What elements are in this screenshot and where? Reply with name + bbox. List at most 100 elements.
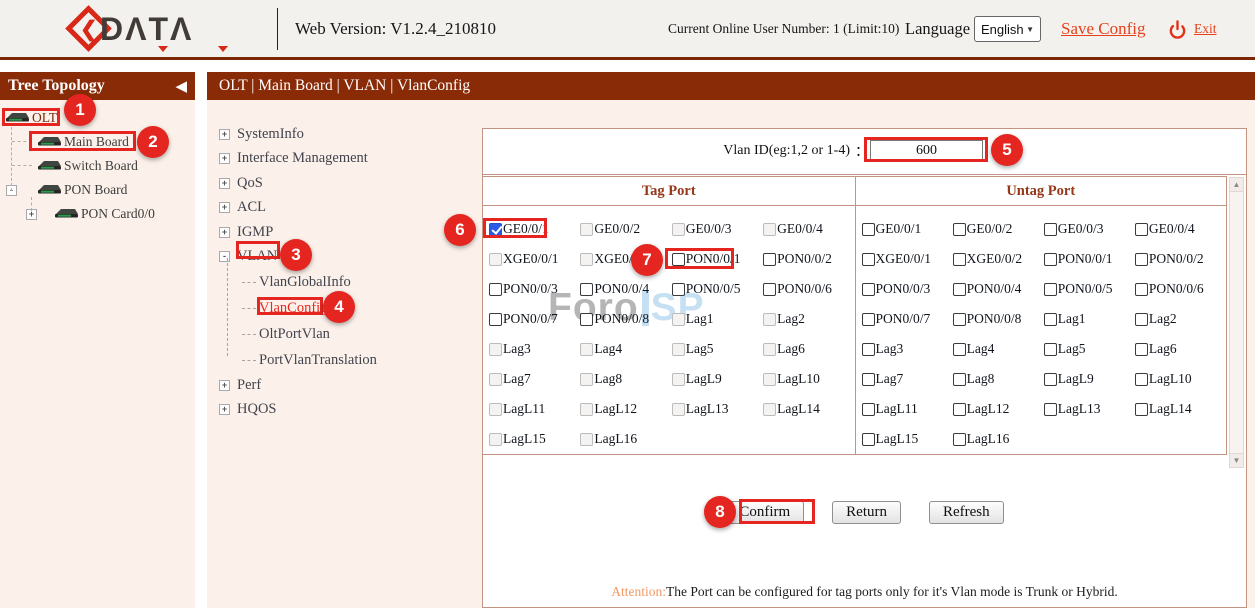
confirm-button[interactable]: Confirm (725, 501, 804, 524)
port-option-lag6[interactable]: Lag6 (763, 334, 854, 364)
power-icon[interactable] (1168, 20, 1187, 39)
port-option-lagl12[interactable]: LagL12 (953, 394, 1044, 424)
checkbox[interactable] (953, 343, 966, 356)
port-option-lag8[interactable]: Lag8 (953, 364, 1044, 394)
port-option-pon0-0-2[interactable]: PON0/0/2 (763, 244, 854, 274)
port-option-lag3[interactable]: Lag3 (862, 334, 953, 364)
refresh-button[interactable]: Refresh (929, 501, 1004, 524)
port-option-lag5[interactable]: Lag5 (672, 334, 763, 364)
port-option-pon0-0-7[interactable]: PON0/0/7 (489, 304, 580, 334)
checkbox[interactable] (862, 223, 875, 236)
port-option-pon0-0-2[interactable]: PON0/0/2 (1135, 244, 1226, 274)
port-option-pon0-0-8[interactable]: PON0/0/8 (580, 304, 671, 334)
table-scrollbar[interactable]: ▲ ▼ (1229, 177, 1244, 468)
port-option-lagl15[interactable]: LagL15 (489, 424, 580, 454)
checkbox[interactable] (580, 433, 593, 446)
checkbox[interactable] (763, 343, 776, 356)
tree-node-main-board[interactable]: Main Board (0, 130, 195, 154)
checkbox[interactable] (672, 373, 685, 386)
port-option-xge0-0-1[interactable]: XGE0/0/1 (489, 244, 580, 274)
port-option-pon0-0-4[interactable]: PON0/0/4 (580, 274, 671, 304)
checkbox[interactable] (763, 223, 776, 236)
vlan-id-input[interactable] (870, 140, 983, 162)
plus-expander-icon[interactable]: + (219, 178, 230, 189)
port-option-lagl14[interactable]: LagL14 (1135, 394, 1226, 424)
checkbox[interactable] (1044, 253, 1057, 266)
checkbox[interactable] (1135, 223, 1148, 236)
port-option-lag4[interactable]: Lag4 (580, 334, 671, 364)
menu-item-perf[interactable]: +Perf (219, 373, 469, 398)
checkbox[interactable] (1135, 343, 1148, 356)
port-option-lag1[interactable]: Lag1 (672, 304, 763, 334)
checkbox[interactable] (763, 253, 776, 266)
checkbox[interactable] (580, 403, 593, 416)
tree-node-pon-board[interactable]: -PON Board (0, 178, 195, 202)
checkbox[interactable] (580, 223, 593, 236)
checkbox[interactable] (580, 283, 593, 296)
checkbox[interactable] (489, 283, 502, 296)
port-option-pon0-0-6[interactable]: PON0/0/6 (763, 274, 854, 304)
checkbox[interactable] (862, 283, 875, 296)
port-option-lagl11[interactable]: LagL11 (489, 394, 580, 424)
checkbox[interactable] (672, 283, 685, 296)
port-option-ge0-0-2[interactable]: GE0/0/2 (953, 214, 1044, 244)
port-option-pon0-0-8[interactable]: PON0/0/8 (953, 304, 1044, 334)
port-option-ge0-0-1[interactable]: GE0/0/1 (862, 214, 953, 244)
checkbox[interactable] (1044, 223, 1057, 236)
port-option-pon0-0-7[interactable]: PON0/0/7 (862, 304, 953, 334)
checkbox[interactable] (862, 253, 875, 266)
checkbox[interactable] (763, 403, 776, 416)
scroll-up-icon[interactable]: ▲ (1230, 178, 1243, 192)
checkbox[interactable] (862, 313, 875, 326)
menu-item-igmp[interactable]: +IGMP (219, 220, 469, 245)
plus-expander-icon[interactable]: + (219, 404, 230, 415)
checkbox[interactable] (1135, 373, 1148, 386)
port-option-lagl11[interactable]: LagL11 (862, 394, 953, 424)
checkbox[interactable] (672, 343, 685, 356)
port-option-lagl16[interactable]: LagL16 (953, 424, 1044, 454)
port-option-lagl9[interactable]: LagL9 (672, 364, 763, 394)
menu-item-interface-management[interactable]: +Interface Management (219, 147, 469, 172)
collapse-sidebar-icon[interactable]: ◀ (175, 77, 187, 96)
plus-expander-icon[interactable]: + (219, 227, 230, 238)
checkbox[interactable] (953, 403, 966, 416)
checkbox[interactable] (763, 313, 776, 326)
checkbox[interactable] (862, 343, 875, 356)
port-option-ge0-0-3[interactable]: GE0/0/3 (672, 214, 763, 244)
port-option-xge0-0-2[interactable]: XGE0/0/2 (580, 244, 671, 274)
port-option-pon0-0-1[interactable]: PON0/0/1 (672, 244, 763, 274)
port-option-pon0-0-5[interactable]: PON0/0/5 (672, 274, 763, 304)
plus-expander-icon[interactable]: + (219, 129, 230, 140)
port-option-lagl13[interactable]: LagL13 (1044, 394, 1135, 424)
port-option-lag4[interactable]: Lag4 (953, 334, 1044, 364)
checkbox[interactable] (862, 403, 875, 416)
checkbox[interactable] (1044, 403, 1057, 416)
port-option-pon0-0-5[interactable]: PON0/0/5 (1044, 274, 1135, 304)
port-option-lag5[interactable]: Lag5 (1044, 334, 1135, 364)
menu-item-systeminfo[interactable]: +SystemInfo (219, 122, 469, 147)
port-option-lagl12[interactable]: LagL12 (580, 394, 671, 424)
port-option-lagl10[interactable]: LagL10 (1135, 364, 1226, 394)
port-option-lag2[interactable]: Lag2 (763, 304, 854, 334)
menu-item-vlan[interactable]: -VLAN (219, 245, 469, 270)
port-option-pon0-0-6[interactable]: PON0/0/6 (1135, 274, 1226, 304)
checkbox[interactable] (953, 253, 966, 266)
checkbox[interactable] (1044, 283, 1057, 296)
port-option-lagl14[interactable]: LagL14 (763, 394, 854, 424)
checkbox[interactable] (489, 373, 502, 386)
checkbox[interactable] (953, 223, 966, 236)
checkbox[interactable] (953, 313, 966, 326)
menu-item-portvlantranslation[interactable]: PortVlanTranslation (219, 347, 469, 373)
minus-expander-icon[interactable]: - (219, 251, 230, 262)
menu-item-oltportvlan[interactable]: OltPortVlan (219, 321, 469, 347)
checkbox[interactable] (1044, 343, 1057, 356)
port-option-lag8[interactable]: Lag8 (580, 364, 671, 394)
menu-item-qos[interactable]: +QoS (219, 171, 469, 196)
plus-expander-icon[interactable]: + (219, 202, 230, 213)
port-option-xge0-0-1[interactable]: XGE0/0/1 (862, 244, 953, 274)
checkbox[interactable] (1135, 403, 1148, 416)
checkbox[interactable] (489, 433, 502, 446)
checkbox[interactable] (953, 283, 966, 296)
port-option-ge0-0-3[interactable]: GE0/0/3 (1044, 214, 1135, 244)
checkbox[interactable] (953, 433, 966, 446)
